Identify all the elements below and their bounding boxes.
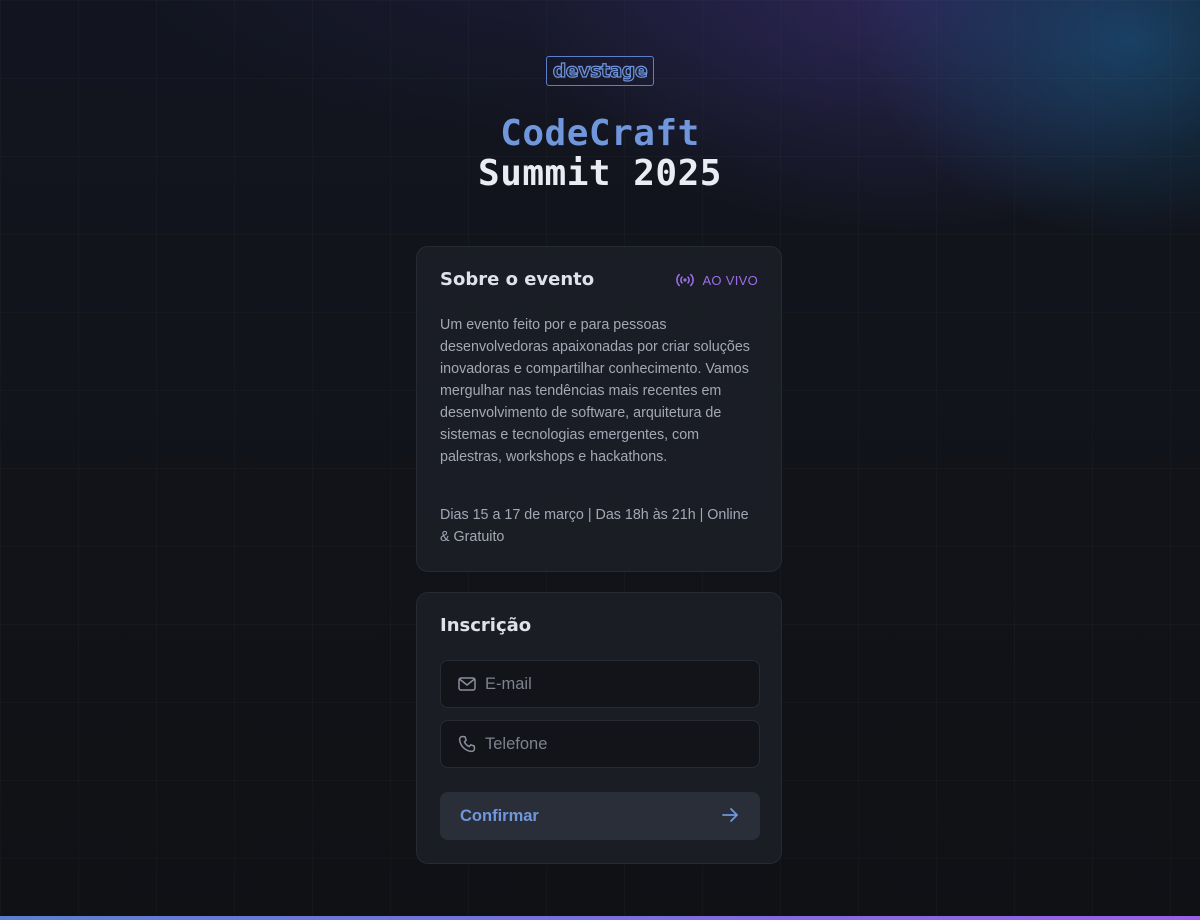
- about-card: Sobre o evento AO VIVO Um evento feito p…: [416, 246, 782, 572]
- about-description: Um evento feito por e para pessoas desen…: [440, 317, 750, 465]
- bottom-accent-bar: [0, 916, 1200, 920]
- page: devstage CodeCraft Summit 2025 Sobre o e…: [0, 0, 1200, 920]
- event-title: CodeCraft Summit 2025: [0, 114, 1200, 194]
- registration-card: Inscrição Confirmar: [416, 592, 782, 864]
- email-field[interactable]: [440, 660, 760, 708]
- confirm-label: Confirmar: [460, 806, 539, 825]
- event-title-line2: Summit 2025: [478, 153, 722, 194]
- phone-field[interactable]: [440, 720, 760, 768]
- event-title-line1: CodeCraft: [500, 113, 700, 154]
- live-badge: AO VIVO: [675, 272, 758, 288]
- live-label: AO VIVO: [702, 272, 758, 288]
- phone-icon: [457, 734, 477, 754]
- about-schedule: Dias 15 a 17 de março | Das 18h às 21h |…: [440, 507, 749, 545]
- mail-icon: [457, 674, 477, 694]
- about-title: Sobre o evento: [440, 269, 595, 290]
- phone-input[interactable]: [485, 734, 745, 754]
- registration-title: Inscrição: [440, 615, 532, 636]
- email-input[interactable]: [485, 674, 745, 694]
- arrow-right-icon: [720, 805, 740, 828]
- devstage-logo: devstage: [546, 56, 654, 86]
- broadcast-icon: [675, 272, 695, 288]
- confirm-button[interactable]: Confirmar: [440, 792, 760, 840]
